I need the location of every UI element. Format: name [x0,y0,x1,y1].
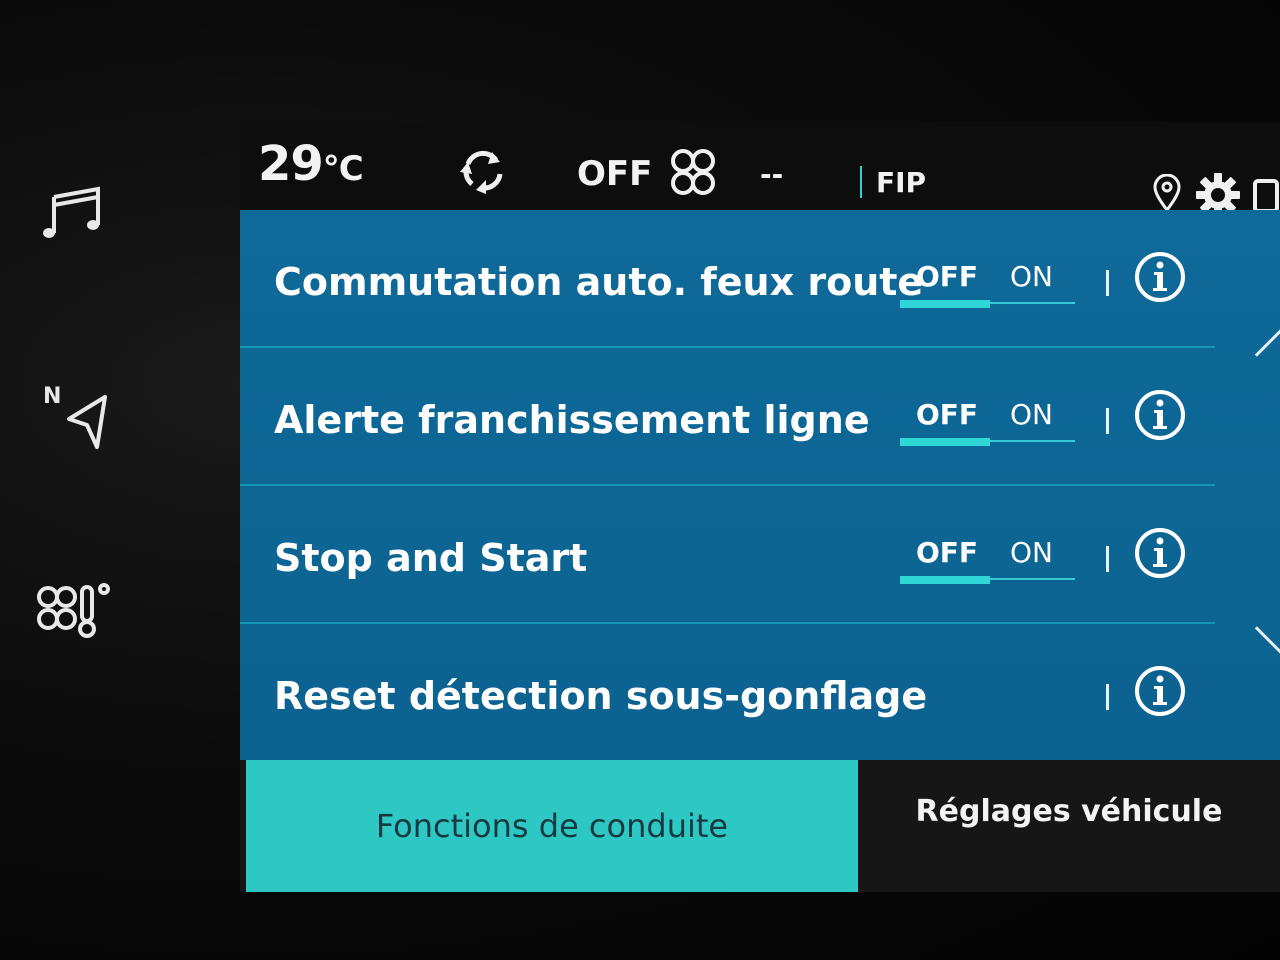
status-bar: 29°C OFF -- FIP [240,122,1280,217]
tab-driving-functions[interactable]: Fonctions de conduite [246,760,858,892]
toggle-off-label[interactable]: OFF [916,536,978,569]
info-icon [1135,390,1185,440]
phone-icon [1253,179,1279,213]
stop-start-toggle[interactable]: OFF ON [900,536,1075,584]
temperature-display[interactable]: 29°C [258,136,364,192]
radio-divider [860,166,862,198]
music-button[interactable] [30,170,120,250]
navigation-n-label: N [43,384,61,409]
info-button[interactable] [1133,250,1187,308]
toggle-on-label[interactable]: ON [1010,536,1053,569]
radio-station[interactable]: FIP [876,166,926,199]
info-button[interactable] [1133,526,1187,584]
toggle-off-label[interactable]: OFF [916,398,978,431]
setting-label: Reset détection sous-gonflage [274,674,928,718]
scroll-up-indicator[interactable] [1254,326,1280,357]
tab-vehicle-settings[interactable]: Réglages véhicule [858,760,1280,892]
climate-icon [37,583,110,638]
toggle-on-label[interactable]: ON [1010,260,1053,293]
fan-icon [671,149,715,195]
settings-list: Commutation auto. feux route OFF ON Aler… [240,210,1280,760]
location-pin-icon [1153,173,1181,213]
recirculation-button[interactable] [458,148,508,198]
setting-label: Commutation auto. feux route [274,260,924,304]
navigation-icon: N [43,384,107,449]
toggle-on-label[interactable]: ON [1010,398,1053,431]
temperature-value: 29 [258,136,324,192]
navigation-button[interactable]: N [30,375,120,455]
info-button[interactable] [1133,664,1187,722]
setting-row-stop-start: Stop and Start OFF ON [240,486,1215,624]
recirculation-icon [460,150,503,194]
fan-state[interactable]: OFF [577,154,652,194]
setting-label: Alerte franchissement ligne [274,398,870,442]
info-icon [1135,252,1185,302]
toggle-off-label[interactable]: OFF [916,260,978,293]
setting-row-high-beam: Commutation auto. feux route OFF ON [240,210,1215,348]
info-icon [1135,528,1185,578]
temperature-unit: °C [322,149,364,189]
toggle-indicator [900,438,990,446]
fan-button[interactable] [668,146,718,202]
music-note-icon [43,186,100,238]
setting-row-tyre-reset[interactable]: Reset détection sous-gonflage [240,624,1215,762]
toggle-indicator [900,300,990,308]
lane-departure-toggle[interactable]: OFF ON [900,398,1075,446]
row-divider [1106,546,1109,572]
row-divider [1106,270,1109,296]
climate-button[interactable] [30,570,120,650]
info-button[interactable] [1133,388,1187,446]
row-divider [1106,684,1109,710]
toggle-indicator [900,576,990,584]
scroll-down-indicator[interactable] [1254,626,1280,657]
bottom-tabs: Fonctions de conduite Réglages véhicule [240,760,1280,892]
touchscreen: 29°C OFF -- FIP Commutation auto. feux r… [240,122,1280,892]
setting-row-lane-departure: Alerte franchissement ligne OFF ON [240,348,1215,486]
row-divider [1106,408,1109,434]
high-beam-toggle[interactable]: OFF ON [900,260,1075,308]
fan-level: -- [760,158,784,191]
info-icon [1135,666,1185,716]
setting-label: Stop and Start [274,536,588,580]
